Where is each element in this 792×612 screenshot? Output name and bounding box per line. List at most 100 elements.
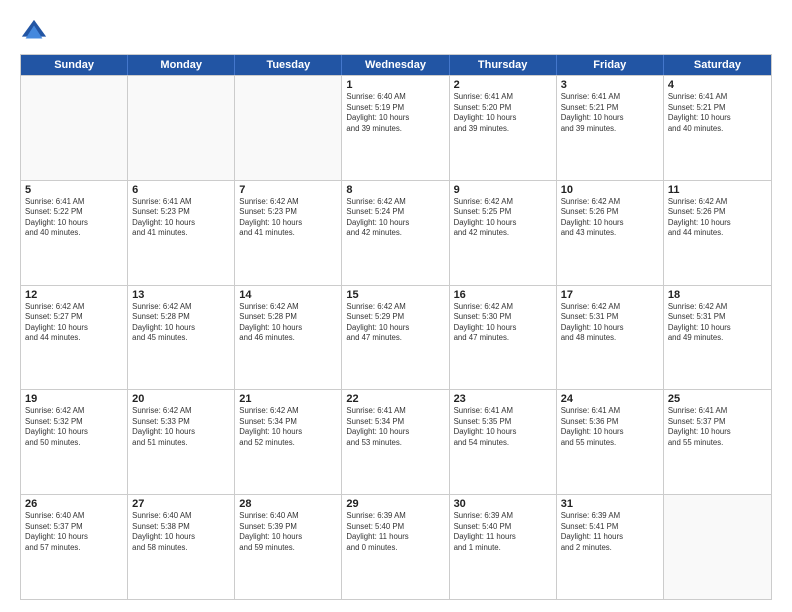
day-cell-9: 9Sunrise: 6:42 AM Sunset: 5:25 PM Daylig… — [450, 181, 557, 285]
day-cell-15: 15Sunrise: 6:42 AM Sunset: 5:29 PM Dayli… — [342, 286, 449, 390]
day-number: 6 — [132, 184, 230, 196]
day-number: 15 — [346, 289, 444, 301]
day-number: 23 — [454, 393, 552, 405]
day-number: 28 — [239, 498, 337, 510]
day-info: Sunrise: 6:41 AM Sunset: 5:34 PM Dayligh… — [346, 406, 444, 448]
day-info: Sunrise: 6:40 AM Sunset: 5:38 PM Dayligh… — [132, 511, 230, 553]
day-number: 1 — [346, 79, 444, 91]
day-info: Sunrise: 6:40 AM Sunset: 5:37 PM Dayligh… — [25, 511, 123, 553]
day-info: Sunrise: 6:41 AM Sunset: 5:22 PM Dayligh… — [25, 197, 123, 239]
day-number: 22 — [346, 393, 444, 405]
day-number: 5 — [25, 184, 123, 196]
day-number: 24 — [561, 393, 659, 405]
day-cell-22: 22Sunrise: 6:41 AM Sunset: 5:34 PM Dayli… — [342, 390, 449, 494]
day-number: 3 — [561, 79, 659, 91]
day-number: 4 — [668, 79, 767, 91]
day-info: Sunrise: 6:42 AM Sunset: 5:32 PM Dayligh… — [25, 406, 123, 448]
header-day-sunday: Sunday — [21, 55, 128, 75]
day-cell-4: 4Sunrise: 6:41 AM Sunset: 5:21 PM Daylig… — [664, 76, 771, 180]
day-info: Sunrise: 6:41 AM Sunset: 5:35 PM Dayligh… — [454, 406, 552, 448]
day-info: Sunrise: 6:40 AM Sunset: 5:39 PM Dayligh… — [239, 511, 337, 553]
day-number: 31 — [561, 498, 659, 510]
day-number: 19 — [25, 393, 123, 405]
day-info: Sunrise: 6:41 AM Sunset: 5:20 PM Dayligh… — [454, 92, 552, 134]
empty-cell — [664, 495, 771, 599]
page: SundayMondayTuesdayWednesdayThursdayFrid… — [0, 0, 792, 612]
day-info: Sunrise: 6:42 AM Sunset: 5:23 PM Dayligh… — [239, 197, 337, 239]
day-info: Sunrise: 6:41 AM Sunset: 5:36 PM Dayligh… — [561, 406, 659, 448]
header-day-monday: Monday — [128, 55, 235, 75]
week-row-5: 26Sunrise: 6:40 AM Sunset: 5:37 PM Dayli… — [21, 494, 771, 599]
day-cell-30: 30Sunrise: 6:39 AM Sunset: 5:40 PM Dayli… — [450, 495, 557, 599]
day-number: 29 — [346, 498, 444, 510]
day-info: Sunrise: 6:41 AM Sunset: 5:37 PM Dayligh… — [668, 406, 767, 448]
day-cell-29: 29Sunrise: 6:39 AM Sunset: 5:40 PM Dayli… — [342, 495, 449, 599]
header-day-saturday: Saturday — [664, 55, 771, 75]
week-row-1: 1Sunrise: 6:40 AM Sunset: 5:19 PM Daylig… — [21, 75, 771, 180]
day-cell-31: 31Sunrise: 6:39 AM Sunset: 5:41 PM Dayli… — [557, 495, 664, 599]
day-info: Sunrise: 6:42 AM Sunset: 5:26 PM Dayligh… — [561, 197, 659, 239]
day-info: Sunrise: 6:39 AM Sunset: 5:40 PM Dayligh… — [454, 511, 552, 553]
empty-cell — [235, 76, 342, 180]
day-cell-27: 27Sunrise: 6:40 AM Sunset: 5:38 PM Dayli… — [128, 495, 235, 599]
day-cell-21: 21Sunrise: 6:42 AM Sunset: 5:34 PM Dayli… — [235, 390, 342, 494]
day-info: Sunrise: 6:42 AM Sunset: 5:31 PM Dayligh… — [668, 302, 767, 344]
logo — [20, 18, 52, 46]
day-info: Sunrise: 6:42 AM Sunset: 5:24 PM Dayligh… — [346, 197, 444, 239]
week-row-4: 19Sunrise: 6:42 AM Sunset: 5:32 PM Dayli… — [21, 389, 771, 494]
logo-icon — [20, 18, 48, 46]
day-cell-12: 12Sunrise: 6:42 AM Sunset: 5:27 PM Dayli… — [21, 286, 128, 390]
day-number: 27 — [132, 498, 230, 510]
day-info: Sunrise: 6:42 AM Sunset: 5:29 PM Dayligh… — [346, 302, 444, 344]
day-info: Sunrise: 6:39 AM Sunset: 5:40 PM Dayligh… — [346, 511, 444, 553]
day-info: Sunrise: 6:42 AM Sunset: 5:25 PM Dayligh… — [454, 197, 552, 239]
day-info: Sunrise: 6:39 AM Sunset: 5:41 PM Dayligh… — [561, 511, 659, 553]
day-cell-26: 26Sunrise: 6:40 AM Sunset: 5:37 PM Dayli… — [21, 495, 128, 599]
day-number: 12 — [25, 289, 123, 301]
day-cell-10: 10Sunrise: 6:42 AM Sunset: 5:26 PM Dayli… — [557, 181, 664, 285]
day-info: Sunrise: 6:42 AM Sunset: 5:33 PM Dayligh… — [132, 406, 230, 448]
day-info: Sunrise: 6:42 AM Sunset: 5:34 PM Dayligh… — [239, 406, 337, 448]
day-info: Sunrise: 6:42 AM Sunset: 5:26 PM Dayligh… — [668, 197, 767, 239]
day-info: Sunrise: 6:42 AM Sunset: 5:30 PM Dayligh… — [454, 302, 552, 344]
calendar: SundayMondayTuesdayWednesdayThursdayFrid… — [20, 54, 772, 600]
day-cell-3: 3Sunrise: 6:41 AM Sunset: 5:21 PM Daylig… — [557, 76, 664, 180]
day-info: Sunrise: 6:42 AM Sunset: 5:28 PM Dayligh… — [132, 302, 230, 344]
day-cell-11: 11Sunrise: 6:42 AM Sunset: 5:26 PM Dayli… — [664, 181, 771, 285]
header — [20, 18, 772, 46]
day-cell-19: 19Sunrise: 6:42 AM Sunset: 5:32 PM Dayli… — [21, 390, 128, 494]
day-cell-1: 1Sunrise: 6:40 AM Sunset: 5:19 PM Daylig… — [342, 76, 449, 180]
day-number: 20 — [132, 393, 230, 405]
day-number: 2 — [454, 79, 552, 91]
header-day-tuesday: Tuesday — [235, 55, 342, 75]
day-number: 21 — [239, 393, 337, 405]
header-day-thursday: Thursday — [450, 55, 557, 75]
day-number: 26 — [25, 498, 123, 510]
day-cell-20: 20Sunrise: 6:42 AM Sunset: 5:33 PM Dayli… — [128, 390, 235, 494]
day-number: 7 — [239, 184, 337, 196]
day-number: 11 — [668, 184, 767, 196]
day-number: 8 — [346, 184, 444, 196]
week-row-2: 5Sunrise: 6:41 AM Sunset: 5:22 PM Daylig… — [21, 180, 771, 285]
day-cell-14: 14Sunrise: 6:42 AM Sunset: 5:28 PM Dayli… — [235, 286, 342, 390]
day-info: Sunrise: 6:41 AM Sunset: 5:23 PM Dayligh… — [132, 197, 230, 239]
day-number: 9 — [454, 184, 552, 196]
calendar-body: 1Sunrise: 6:40 AM Sunset: 5:19 PM Daylig… — [21, 75, 771, 599]
day-info: Sunrise: 6:40 AM Sunset: 5:19 PM Dayligh… — [346, 92, 444, 134]
day-info: Sunrise: 6:42 AM Sunset: 5:28 PM Dayligh… — [239, 302, 337, 344]
day-info: Sunrise: 6:41 AM Sunset: 5:21 PM Dayligh… — [668, 92, 767, 134]
empty-cell — [128, 76, 235, 180]
day-cell-17: 17Sunrise: 6:42 AM Sunset: 5:31 PM Dayli… — [557, 286, 664, 390]
day-cell-18: 18Sunrise: 6:42 AM Sunset: 5:31 PM Dayli… — [664, 286, 771, 390]
day-info: Sunrise: 6:42 AM Sunset: 5:31 PM Dayligh… — [561, 302, 659, 344]
empty-cell — [21, 76, 128, 180]
day-number: 10 — [561, 184, 659, 196]
day-cell-2: 2Sunrise: 6:41 AM Sunset: 5:20 PM Daylig… — [450, 76, 557, 180]
day-cell-24: 24Sunrise: 6:41 AM Sunset: 5:36 PM Dayli… — [557, 390, 664, 494]
day-info: Sunrise: 6:41 AM Sunset: 5:21 PM Dayligh… — [561, 92, 659, 134]
day-number: 18 — [668, 289, 767, 301]
day-number: 25 — [668, 393, 767, 405]
header-day-friday: Friday — [557, 55, 664, 75]
day-cell-5: 5Sunrise: 6:41 AM Sunset: 5:22 PM Daylig… — [21, 181, 128, 285]
day-cell-23: 23Sunrise: 6:41 AM Sunset: 5:35 PM Dayli… — [450, 390, 557, 494]
